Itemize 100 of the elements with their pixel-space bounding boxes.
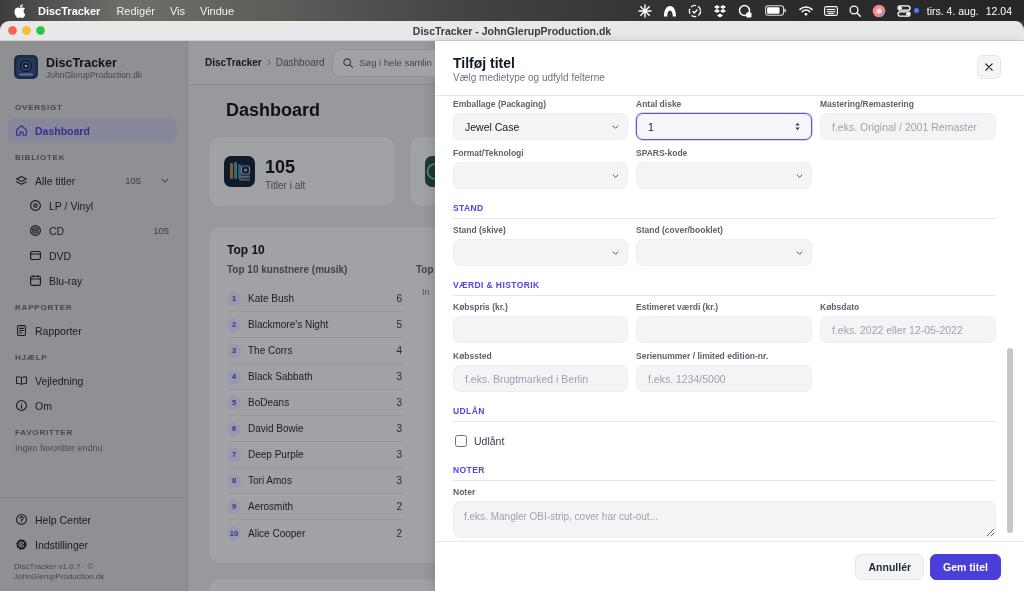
count-text: 4 bbox=[396, 345, 402, 356]
calendar-icon bbox=[30, 275, 41, 286]
books-icon bbox=[224, 156, 255, 187]
artist-name: David Bowie bbox=[248, 423, 304, 434]
artist-name: Aerosmith bbox=[248, 501, 293, 512]
field-label: Serienummer / limited edition-nr. bbox=[636, 351, 770, 362]
burst-icon[interactable] bbox=[637, 3, 652, 18]
section-label: OVERSIGT bbox=[14, 102, 64, 113]
chevron-down-icon bbox=[796, 173, 803, 178]
keyboard-icon[interactable] bbox=[823, 3, 838, 18]
menu-item[interactable]: Redigér bbox=[116, 4, 155, 17]
nav-item[interactable]: Blu-ray bbox=[8, 268, 177, 293]
close-button[interactable] bbox=[977, 55, 1001, 79]
count-text: 3 bbox=[396, 371, 402, 382]
artist-name: Kate Bush bbox=[248, 293, 295, 304]
version-text: DiscTracker v1.0.7 · © JohnGlerupProduction.dk bbox=[13, 562, 106, 582]
section-label: HJÆLP bbox=[14, 352, 49, 363]
cancel-button[interactable]: Annullér bbox=[855, 553, 925, 580]
artist-name: Alice Cooper bbox=[248, 527, 306, 539]
window-title: DiscTracker - JohnGlerupProduction.dk bbox=[411, 24, 613, 37]
field-label: Stand (cover/booklet) bbox=[636, 225, 724, 236]
text-field[interactable]: f.eks. Brugtmarked i Berlin bbox=[453, 365, 628, 392]
home-icon bbox=[16, 125, 27, 136]
search-icon bbox=[343, 57, 353, 68]
nav-item[interactable]: Alle titler 105 bbox=[8, 168, 177, 193]
window-close-icon[interactable] bbox=[8, 26, 17, 35]
empty-text: Ingen favoritter endnu bbox=[14, 443, 104, 454]
breadcrumb-link[interactable]: DiscTracker bbox=[205, 57, 262, 68]
field-label: Stand (skive) bbox=[453, 225, 507, 236]
nav-item[interactable]: Om bbox=[8, 393, 177, 418]
list-heading: Top bbox=[416, 264, 435, 276]
count-text: 3 bbox=[396, 475, 402, 486]
dialog-title: Tilføj titel bbox=[453, 55, 516, 71]
book-icon bbox=[16, 375, 27, 386]
tile-icon bbox=[425, 156, 435, 187]
select-field[interactable] bbox=[636, 162, 812, 189]
wifi-icon[interactable] bbox=[798, 3, 813, 18]
count-text: 5 bbox=[396, 319, 402, 330]
scrollbar-thumb[interactable] bbox=[1007, 348, 1013, 533]
clock-text[interactable]: 12.04 bbox=[985, 4, 1012, 17]
settings-icon bbox=[16, 539, 27, 550]
document-icon bbox=[16, 325, 27, 336]
ring-lock-icon[interactable] bbox=[737, 3, 752, 18]
empty-text: In bbox=[421, 287, 431, 297]
orb-icon[interactable] bbox=[871, 3, 886, 18]
text-field[interactable]: f.eks. 2022 eller 12-05-2022 bbox=[820, 316, 996, 343]
nav-item[interactable]: Vejledning bbox=[8, 368, 177, 393]
chevron-right-icon bbox=[266, 59, 271, 66]
count-text: 105 bbox=[125, 175, 141, 186]
select-field[interactable] bbox=[453, 239, 628, 266]
field-label: Mastering/Remastering bbox=[820, 99, 915, 110]
number-field[interactable]: 1 bbox=[636, 113, 812, 140]
artist-name: Blackmore's Night bbox=[248, 319, 329, 330]
nav-item[interactable]: DVD bbox=[8, 243, 177, 268]
count-text: 3 bbox=[396, 397, 402, 408]
field-label: Antal diske bbox=[636, 99, 683, 110]
count-text: 3 bbox=[396, 449, 402, 460]
app-menu[interactable]: DiscTracker bbox=[38, 4, 101, 17]
list-heading: Top 10 kunstnere (musik) bbox=[227, 264, 349, 276]
chevron-down-icon bbox=[612, 250, 619, 255]
arch-icon[interactable] bbox=[662, 3, 677, 18]
nav-item[interactable]: Indstillinger bbox=[8, 532, 177, 557]
date-text[interactable]: tirs. 4. aug. bbox=[926, 4, 979, 17]
text-field[interactable]: f.eks. 1234/5000 bbox=[636, 365, 812, 392]
artist-name: Deep Purple bbox=[248, 449, 304, 460]
select-field[interactable] bbox=[453, 162, 628, 189]
count-text: 3 bbox=[396, 423, 402, 434]
diamonds-icon[interactable] bbox=[712, 3, 727, 18]
stepper-icon[interactable] bbox=[795, 122, 800, 131]
field-label: Købspris (kr.) bbox=[453, 302, 509, 313]
nav-item[interactable]: Help Center bbox=[8, 507, 177, 532]
count-text: 2 bbox=[396, 527, 402, 539]
save-button[interactable]: Gem titel bbox=[930, 553, 1001, 580]
close-icon bbox=[985, 63, 993, 71]
checkbox-label[interactable]: Udlånt bbox=[474, 435, 505, 447]
card-title: Top 10 bbox=[227, 243, 266, 257]
menu-item[interactable]: Vis bbox=[169, 4, 185, 17]
toggles-icon[interactable] bbox=[896, 3, 911, 18]
breadcrumb-link[interactable]: Dashboard bbox=[275, 57, 325, 68]
disc-icon bbox=[30, 225, 41, 236]
battery-icon[interactable] bbox=[764, 5, 786, 16]
field-label: Format/Teknologi bbox=[453, 148, 525, 159]
nav-item[interactable]: CD 105 bbox=[8, 218, 177, 243]
menu-item[interactable]: Vindue bbox=[200, 4, 235, 17]
select-field[interactable]: Jewel Case bbox=[453, 113, 628, 140]
artist-name: Tori Amos bbox=[248, 475, 292, 486]
nav-item[interactable]: Dashboard bbox=[8, 118, 177, 143]
nav-item[interactable]: Rapporter bbox=[8, 318, 177, 343]
search-icon[interactable] bbox=[848, 4, 861, 17]
stat-value: 105 bbox=[265, 156, 297, 177]
select-field[interactable] bbox=[636, 239, 812, 266]
dashed-circle-icon[interactable] bbox=[687, 3, 702, 18]
nav-item[interactable]: LP / Vinyl bbox=[8, 193, 177, 218]
notes-field[interactable]: f.eks. Mangler OBI-strip, cover har cut-out... bbox=[453, 501, 996, 538]
chevron-down-icon[interactable] bbox=[161, 178, 169, 183]
app-subtitle: JohnGlerupProduction.dk bbox=[46, 70, 142, 81]
text-field[interactable]: f.eks. Original / 2001 Remaster bbox=[820, 113, 996, 140]
apple-icon[interactable] bbox=[14, 3, 25, 18]
checkbox[interactable] bbox=[455, 435, 467, 447]
section-title: UDLÅN bbox=[453, 406, 996, 422]
